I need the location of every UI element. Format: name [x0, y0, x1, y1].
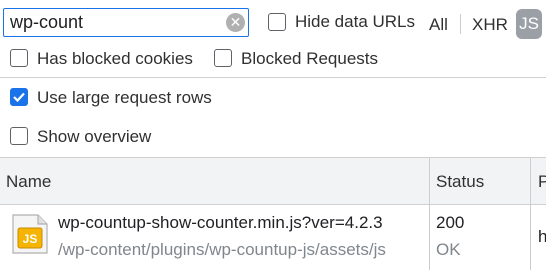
filter-search-box[interactable]: ✕	[3, 8, 249, 37]
show-overview-checkbox[interactable]	[10, 127, 28, 145]
request-path: /wp-content/plugins/wp-countup-js/assets…	[58, 240, 386, 259]
has-blocked-cookies-label: Has blocked cookies	[37, 49, 193, 68]
clear-icon[interactable]: ✕	[226, 13, 245, 32]
filter-input[interactable]	[5, 10, 225, 35]
blocked-requests-label: Blocked Requests	[241, 49, 379, 68]
svg-text:JS: JS	[23, 232, 38, 246]
column-divider-status	[429, 158, 430, 270]
checkmark-icon	[13, 92, 25, 103]
table-header: Name Status P	[0, 158, 546, 204]
header-bottom-border	[0, 204, 546, 205]
column-divider-protocol	[530, 158, 531, 270]
column-header-name[interactable]: Name	[6, 172, 51, 192]
js-file-icon: JS	[12, 214, 48, 254]
toolbar-divider	[0, 77, 546, 78]
filter-type-all[interactable]: All	[429, 15, 448, 35]
status-text: OK	[436, 240, 461, 259]
protocol-cell: h	[538, 227, 546, 246]
column-header-status[interactable]: Status	[436, 172, 484, 192]
column-header-protocol[interactable]: P	[538, 172, 546, 192]
use-large-rows-checkbox[interactable]	[10, 88, 28, 106]
status-code: 200	[436, 213, 465, 232]
request-name[interactable]: wp-countup-show-counter.min.js?ver=4.2.3	[58, 213, 383, 233]
type-divider	[460, 14, 461, 34]
use-large-rows-label: Use large request rows	[37, 88, 212, 107]
filter-type-xhr[interactable]: XHR	[472, 15, 508, 35]
show-overview-label: Show overview	[37, 127, 152, 146]
hide-data-urls-label: Hide data URLs	[295, 12, 416, 31]
hide-data-urls-checkbox[interactable]	[268, 13, 286, 31]
filter-type-js[interactable]: JS	[516, 9, 542, 39]
has-blocked-cookies-checkbox[interactable]	[10, 49, 28, 67]
blocked-requests-checkbox[interactable]	[214, 49, 232, 67]
